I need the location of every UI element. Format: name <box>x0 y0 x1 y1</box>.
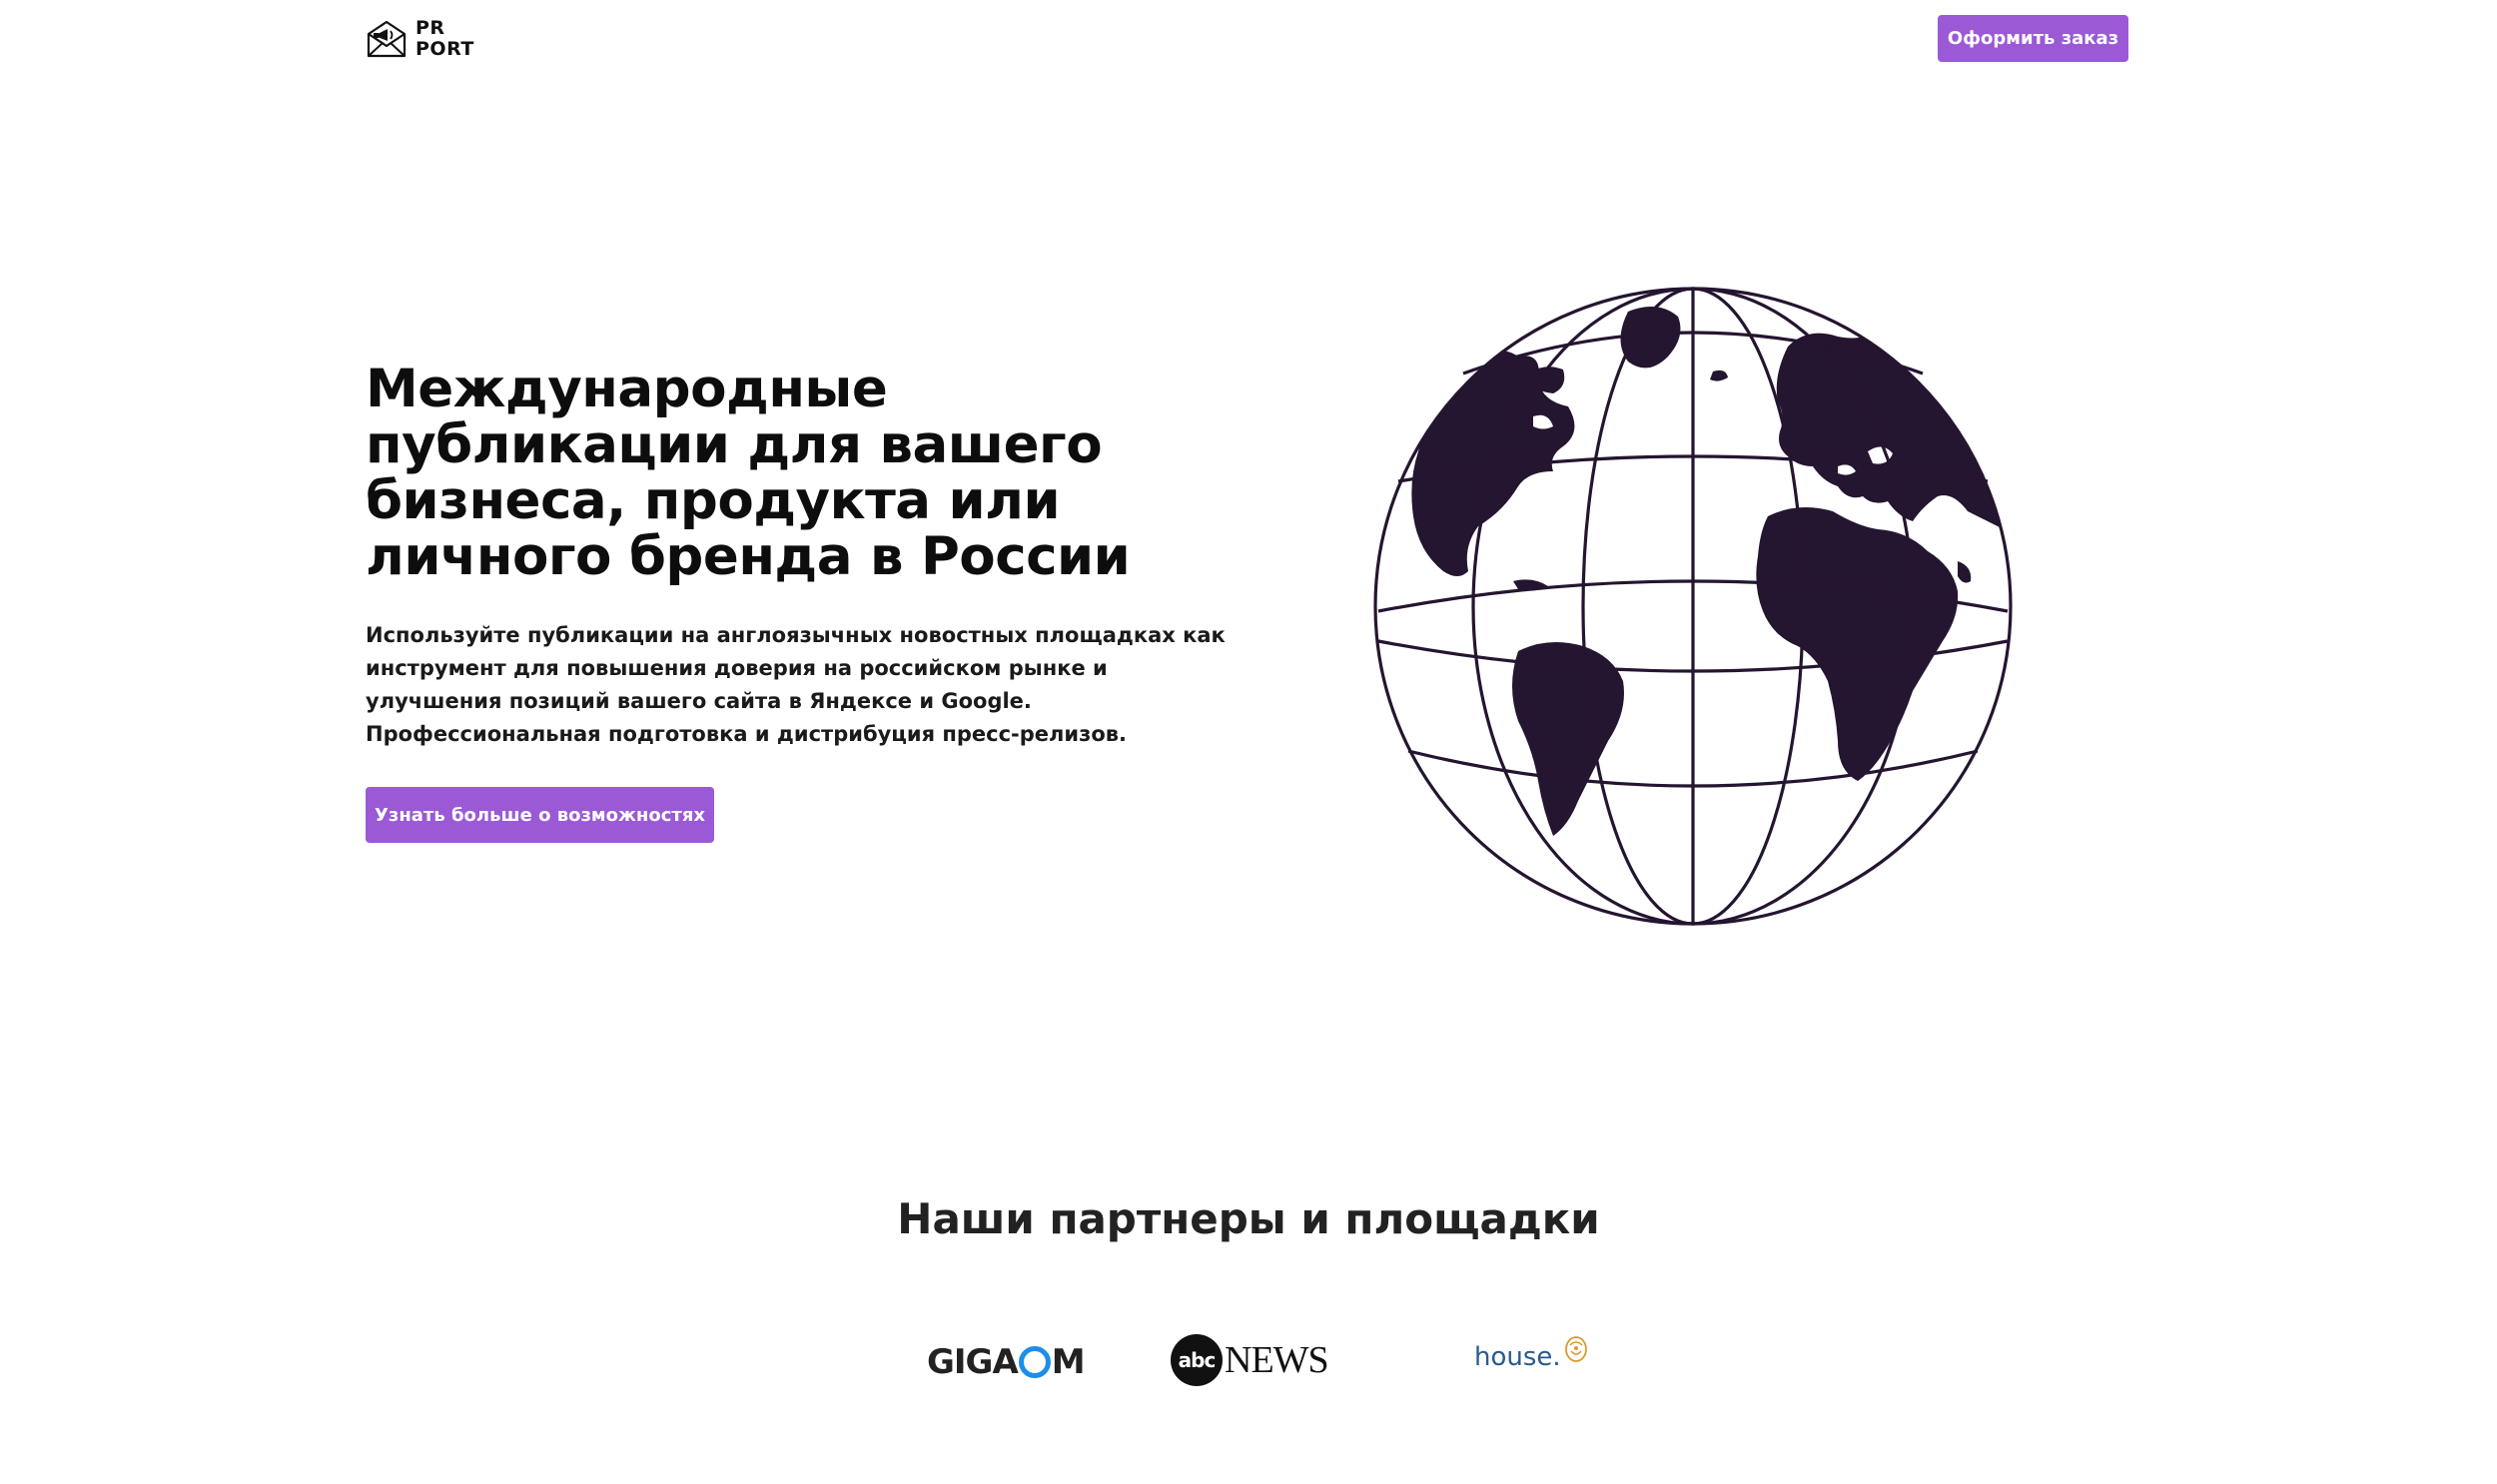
gigaom-prefix: GIGA <box>927 1342 1019 1382</box>
globe-icon <box>1373 287 2013 926</box>
partner-abc-news-logo[interactable]: abc NEWS <box>1171 1334 1329 1386</box>
gigaom-o-icon <box>1018 1346 1051 1378</box>
order-button[interactable]: Оформить заказ <box>1938 15 2128 62</box>
partners-title: Наши партнеры и площадки <box>897 1194 1600 1243</box>
logo-text: PR PORT <box>416 18 474 60</box>
page: PR PORT Оформить заказ Международные пуб… <box>0 0 2497 1484</box>
gigaom-suffix: M <box>1051 1342 1086 1382</box>
abc-news-text: NEWS <box>1225 1339 1329 1381</box>
logo-line-2: PORT <box>416 38 474 60</box>
abc-badge: abc <box>1171 1334 1223 1386</box>
learn-more-button[interactable]: Узнать больше о возможностях <box>366 787 714 843</box>
partner-house-logo[interactable]: house. <box>1474 1336 1589 1372</box>
house-emblem-icon <box>1564 1336 1587 1362</box>
hero-description: Используйте публикации на англоязычных н… <box>366 623 1226 746</box>
house-text: house. <box>1474 1342 1561 1372</box>
envelope-megaphone-icon <box>367 20 407 58</box>
hero-title: Международные публикации для вашего бизн… <box>366 359 1131 587</box>
logo[interactable]: PR PORT <box>366 18 474 60</box>
logo-line-1: PR <box>416 17 445 39</box>
partner-gigaom-logo[interactable]: GIGA M <box>927 1342 1086 1382</box>
